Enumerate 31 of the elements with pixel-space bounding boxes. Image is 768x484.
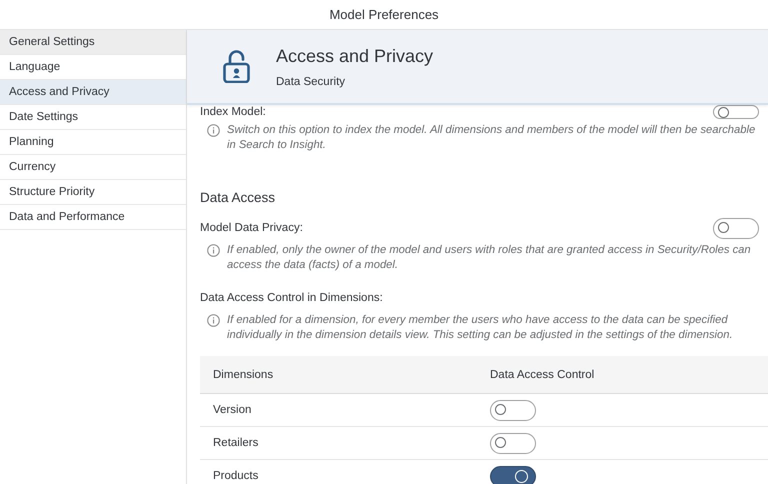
setting-label: Data Access Control in Dimensions: <box>200 292 383 304</box>
table-cell: Version <box>200 394 477 426</box>
toggle-switch[interactable] <box>713 218 759 238</box>
table-cell: Products <box>200 460 477 484</box>
sidebar-item[interactable]: Planning <box>0 130 186 155</box>
section-subtitle: Data Security <box>276 76 346 88</box>
setting-label: Index Model: <box>200 106 266 118</box>
info-icon <box>207 314 220 327</box>
sidebar-item[interactable]: Structure Priority <box>0 180 186 205</box>
column-header: Dimensions <box>200 356 477 394</box>
group-heading: Data Access <box>200 190 276 205</box>
info-text: Switch on this option to index the model. All dimensions and members of the model will then be searchable in Search to Insight. <box>227 123 756 153</box>
table-cell: Retailers <box>200 426 477 460</box>
sidebar-item[interactable]: Data and Performance <box>0 205 186 230</box>
sidebar-item[interactable]: Access and Privacy <box>0 80 186 105</box>
toggle-switch[interactable] <box>490 466 536 484</box>
toggle-switch[interactable] <box>713 105 759 119</box>
toggle-switch[interactable] <box>490 400 536 420</box>
sidebar-item[interactable]: Date Settings <box>0 105 186 130</box>
info-icon <box>207 244 220 257</box>
sidebar-group-item[interactable]: General Settings <box>0 30 186 55</box>
unlocked-padlock-icon <box>223 50 250 83</box>
info-icon <box>207 124 220 137</box>
column-header: Data Access Control <box>477 356 768 394</box>
info-text: If enabled for a dimension, for every member the users who have access to the data can be specified individually in the dimension details view. This setting can be adjusted in the settings of the dimension. <box>227 313 734 343</box>
sidebar-item[interactable]: Currency <box>0 155 186 180</box>
window-title: Model Preferences <box>329 7 439 22</box>
info-text: If enabled, only the owner of the model and users with roles that are granted access in Security/Roles can access the data (facts) of a model. <box>227 243 752 273</box>
setting-label: Model Data Privacy: <box>200 222 303 234</box>
section-title: Access and Privacy <box>276 46 434 66</box>
toggle-switch[interactable] <box>490 432 536 454</box>
